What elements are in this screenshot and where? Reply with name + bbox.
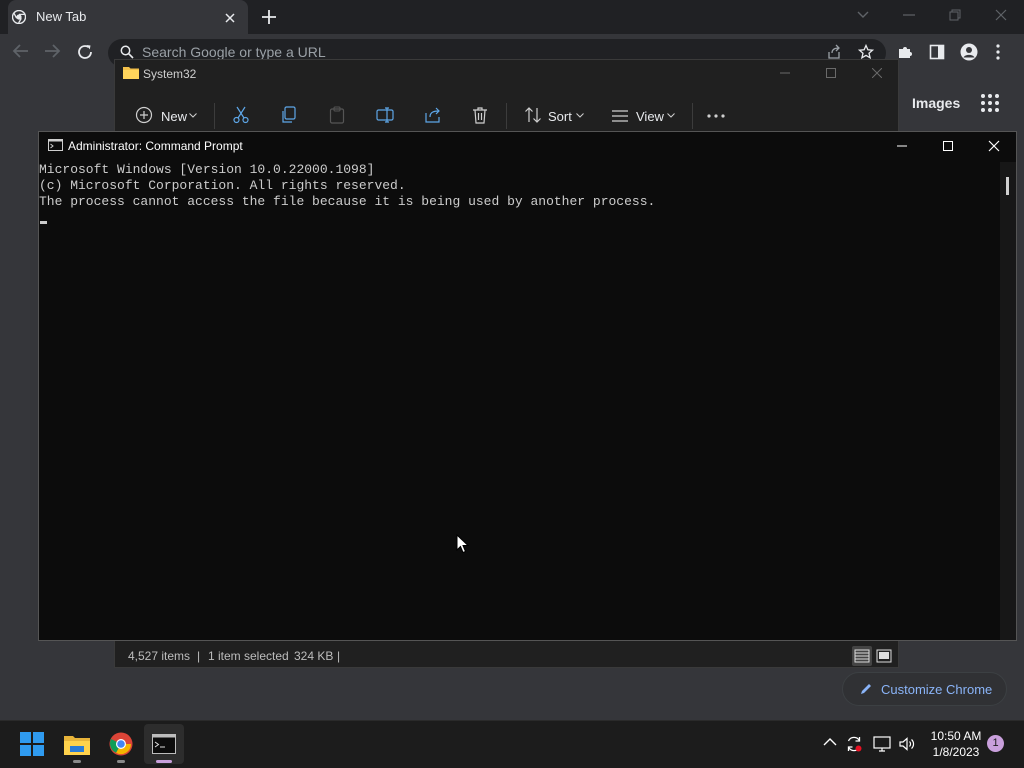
folder-icon: [123, 65, 139, 79]
customize-chrome-button[interactable]: Customize Chrome: [842, 672, 1007, 706]
new-button-label[interactable]: New: [161, 109, 187, 124]
cmd-console-output[interactable]: Microsoft Windows [Version 10.0.22000.10…: [39, 162, 655, 210]
new-chevron-down-icon[interactable]: [189, 113, 197, 118]
status-separator: |: [337, 649, 341, 663]
status-selection-count: 1 item selected: [208, 649, 289, 663]
large-icons-view-icon[interactable]: [874, 646, 894, 666]
cmd-app-icon: [48, 139, 63, 151]
sync-status-icon[interactable]: [845, 735, 863, 753]
profile-avatar-icon[interactable]: [960, 43, 978, 61]
more-options-ellipsis-icon[interactable]: [707, 114, 725, 118]
notification-count-badge[interactable]: 1: [987, 735, 1004, 752]
omnibox-placeholder: Search Google or type a URL: [142, 44, 326, 60]
view-list-icon[interactable]: [611, 109, 629, 123]
taskbar-cmd-icon[interactable]: [144, 724, 184, 764]
chrome-restore-icon[interactable]: [932, 0, 978, 30]
pencil-icon: [859, 682, 873, 696]
cmd-output-line: (c) Microsoft Corporation. All rights re…: [39, 178, 406, 193]
cmd-maximize-icon[interactable]: [925, 132, 971, 160]
customize-chrome-label: Customize Chrome: [881, 681, 993, 697]
clock-date[interactable]: 1/8/2023: [926, 745, 986, 759]
google-apps-grid-icon[interactable]: [980, 93, 1000, 113]
extensions-puzzle-icon[interactable]: [897, 44, 913, 60]
cmd-scrollbar-thumb[interactable]: [1006, 177, 1009, 195]
back-arrow-icon[interactable]: [12, 43, 30, 59]
explorer-minimize-icon[interactable]: [762, 60, 808, 86]
mouse-pointer-icon: [456, 534, 469, 554]
network-icon[interactable]: [873, 735, 891, 753]
sort-button-label[interactable]: Sort: [548, 109, 572, 124]
share-arrow-icon[interactable]: [424, 106, 442, 124]
status-separator: |: [197, 649, 201, 663]
view-chevron-down-icon[interactable]: [667, 113, 675, 118]
cmd-close-icon[interactable]: [971, 132, 1017, 160]
cmd-window-title: Administrator: Command Prompt: [68, 139, 243, 153]
chrome-logo-icon: [12, 10, 26, 24]
explorer-close-icon[interactable]: [854, 60, 900, 86]
tab-title: New Tab: [36, 9, 87, 24]
paste-clipboard-icon: [329, 106, 345, 124]
status-item-count: 4,527 items: [128, 649, 191, 663]
cmd-minimize-icon[interactable]: [879, 132, 925, 160]
view-button-label[interactable]: View: [636, 109, 664, 124]
chrome-menu-kebab-icon[interactable]: [995, 44, 1001, 60]
new-tab-plus-icon[interactable]: [260, 8, 278, 26]
chrome-minimize-icon[interactable]: [886, 0, 932, 30]
cmd-window-controls: [879, 132, 1017, 160]
explorer-window-controls: [762, 60, 900, 86]
show-hidden-icons-chevron-icon[interactable]: [823, 737, 837, 747]
details-view-icon[interactable]: [852, 646, 872, 666]
rename-icon[interactable]: [376, 106, 394, 124]
cmd-text-cursor: [40, 221, 47, 224]
cut-scissors-icon[interactable]: [232, 106, 250, 124]
taskbar-chrome-icon[interactable]: [101, 724, 141, 764]
side-panel-icon[interactable]: [929, 44, 945, 60]
command-bar-divider: [214, 103, 215, 129]
cmd-output-line: The process cannot access the file becau…: [39, 194, 656, 209]
tab-close-icon[interactable]: [222, 10, 238, 26]
reload-icon[interactable]: [76, 43, 94, 61]
clock-time[interactable]: 10:50 AM: [926, 729, 986, 743]
share-icon[interactable]: [826, 44, 842, 60]
volume-speaker-icon[interactable]: [898, 735, 916, 753]
new-plus-circle-icon[interactable]: [135, 106, 153, 124]
sort-chevron-down-icon[interactable]: [576, 113, 584, 118]
cmd-active-indicator: [156, 760, 172, 763]
images-link[interactable]: Images: [912, 95, 960, 111]
explorer-window-title: System32: [143, 67, 197, 81]
explorer-maximize-icon[interactable]: [808, 60, 854, 86]
explorer-running-indicator: [73, 760, 81, 763]
taskbar-file-explorer-icon[interactable]: [57, 724, 97, 764]
sort-arrows-icon[interactable]: [524, 106, 542, 124]
chrome-running-indicator: [117, 760, 125, 763]
cmd-scrollbar[interactable]: [1000, 162, 1016, 640]
start-windows-icon[interactable]: [12, 724, 52, 764]
command-bar-divider: [506, 103, 507, 129]
chrome-close-icon[interactable]: [978, 0, 1024, 30]
chrome-window-controls: [840, 0, 1024, 30]
search-icon: [120, 45, 134, 59]
tab-search-chevron-icon[interactable]: [840, 0, 886, 30]
status-selection-size: 324 KB: [294, 649, 334, 663]
bookmark-star-icon[interactable]: [858, 44, 874, 60]
cmd-output-line: Microsoft Windows [Version 10.0.22000.10…: [39, 162, 375, 177]
copy-icon[interactable]: [281, 106, 297, 124]
delete-trash-icon[interactable]: [472, 106, 488, 124]
command-bar-divider: [692, 103, 693, 129]
forward-arrow-icon[interactable]: [43, 43, 61, 59]
